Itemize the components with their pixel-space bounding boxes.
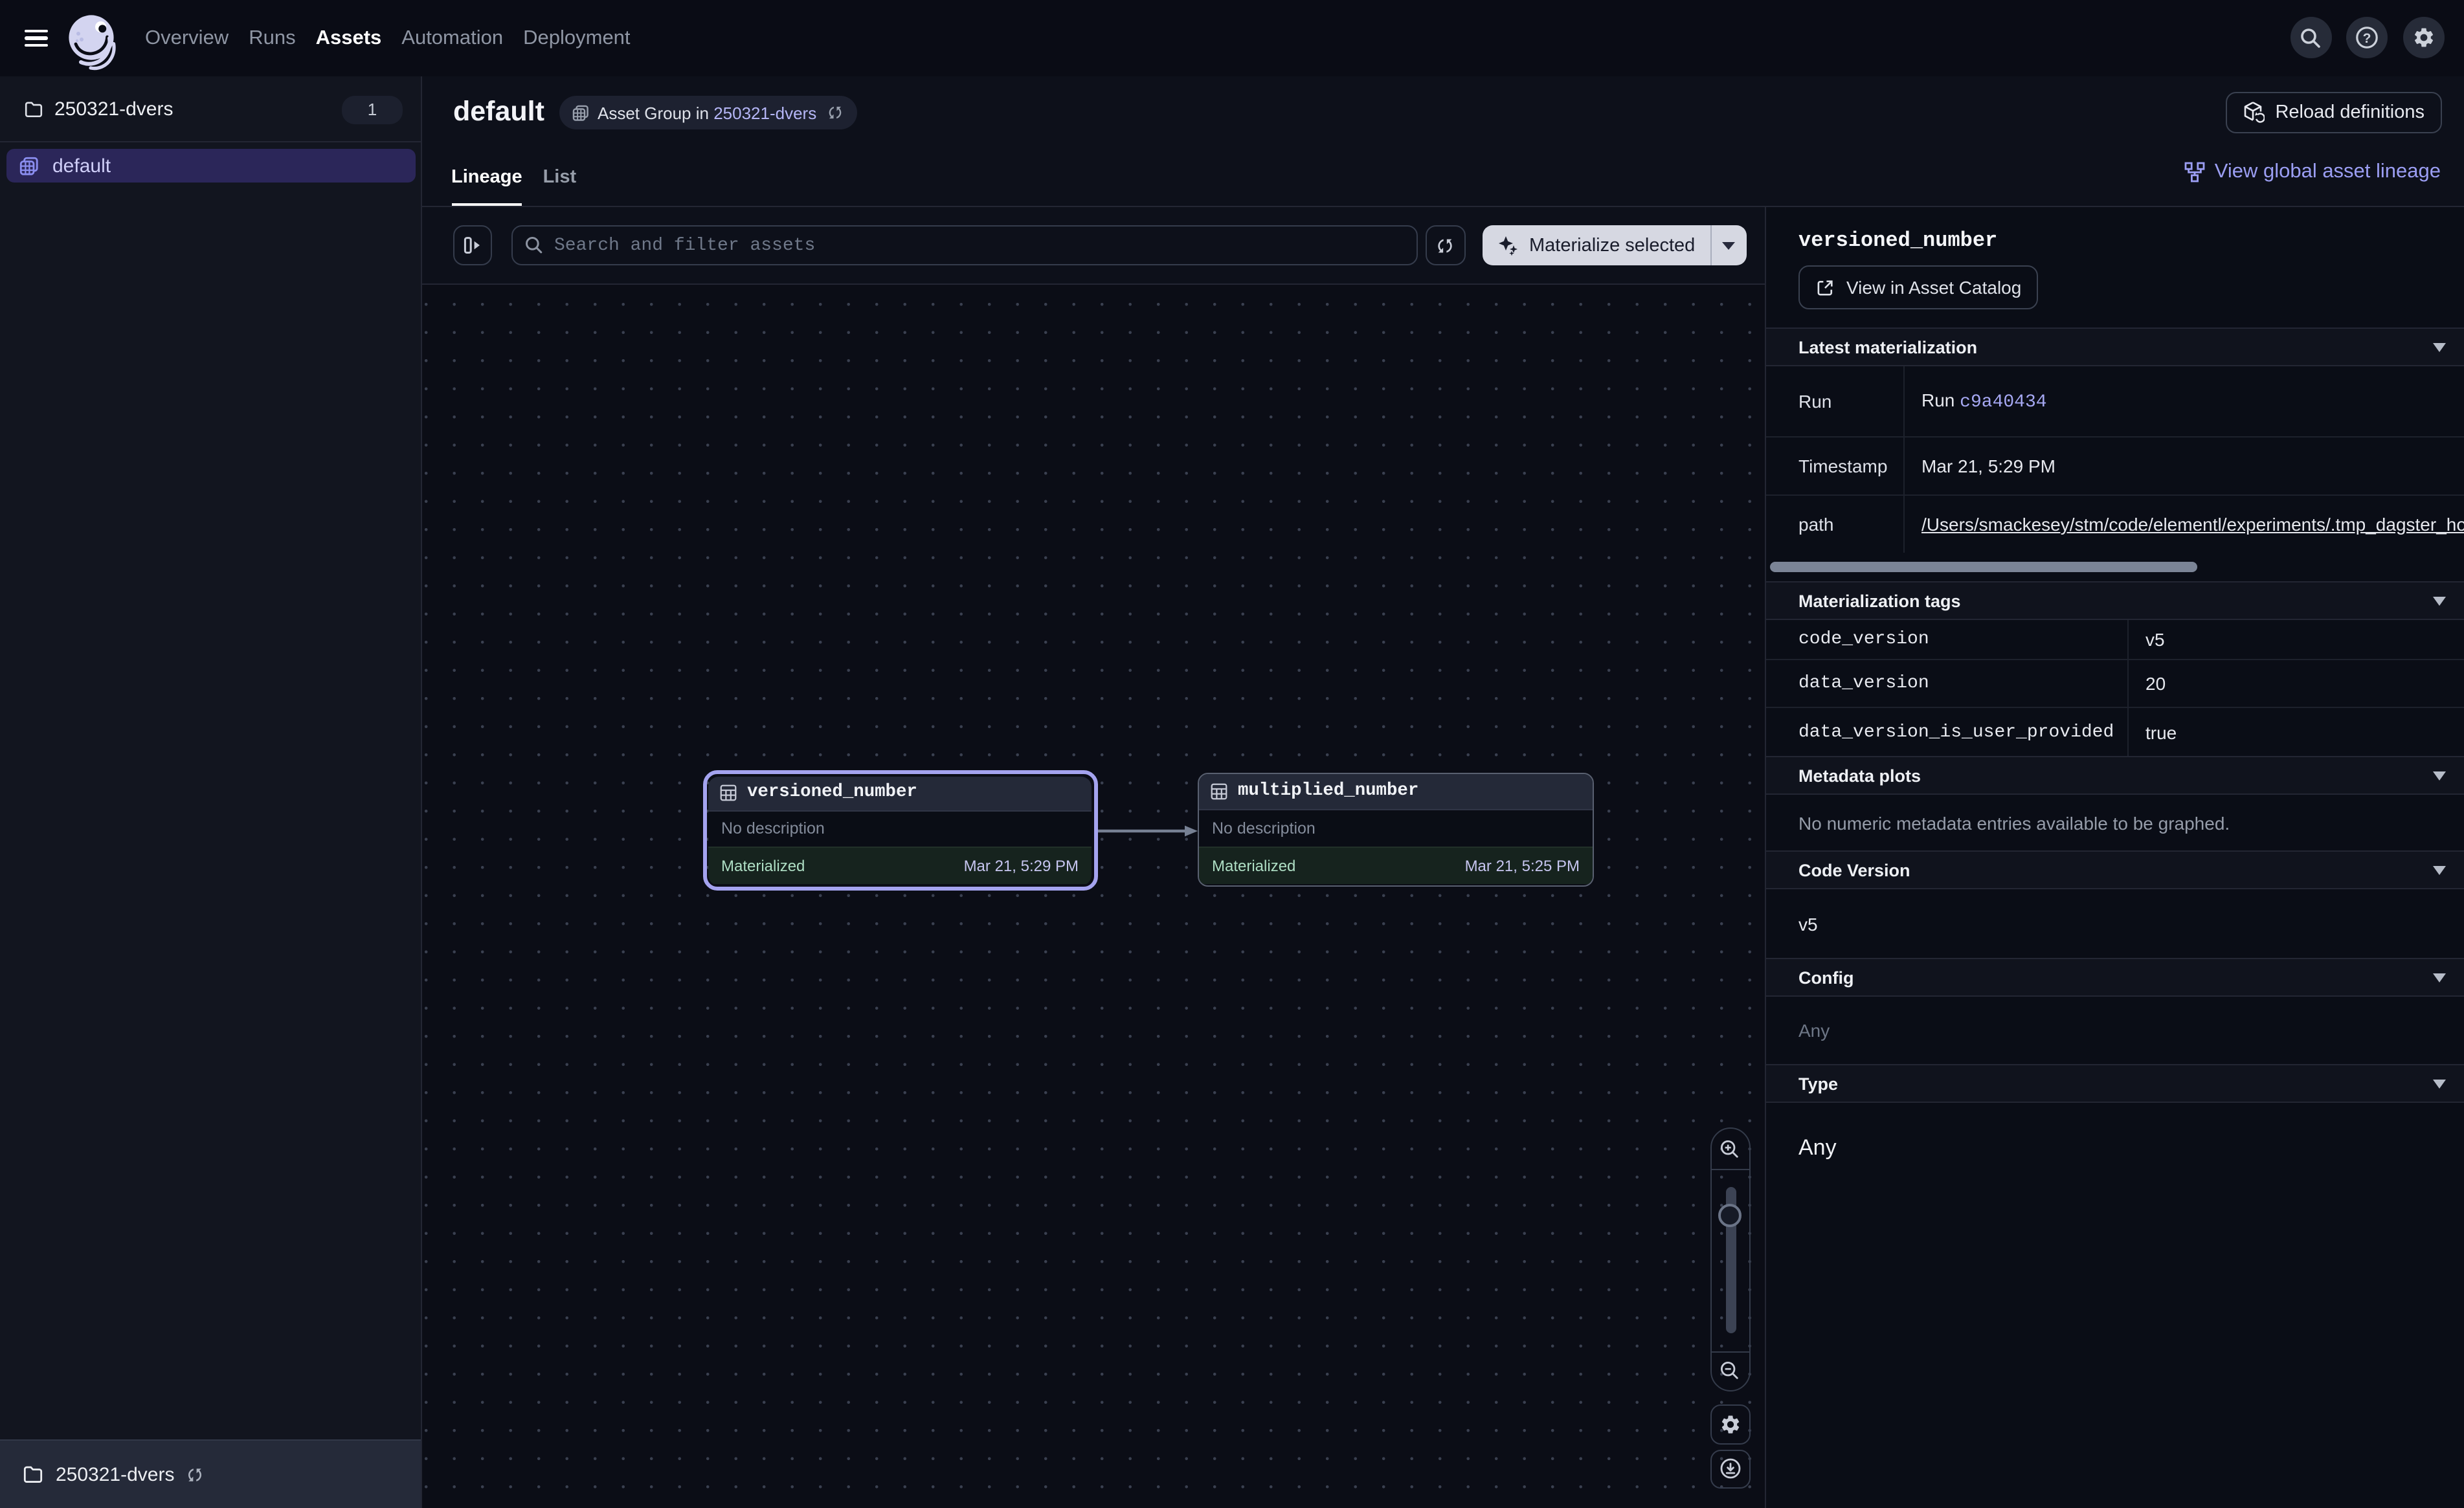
svg-text:?: ? [2363, 31, 2371, 46]
